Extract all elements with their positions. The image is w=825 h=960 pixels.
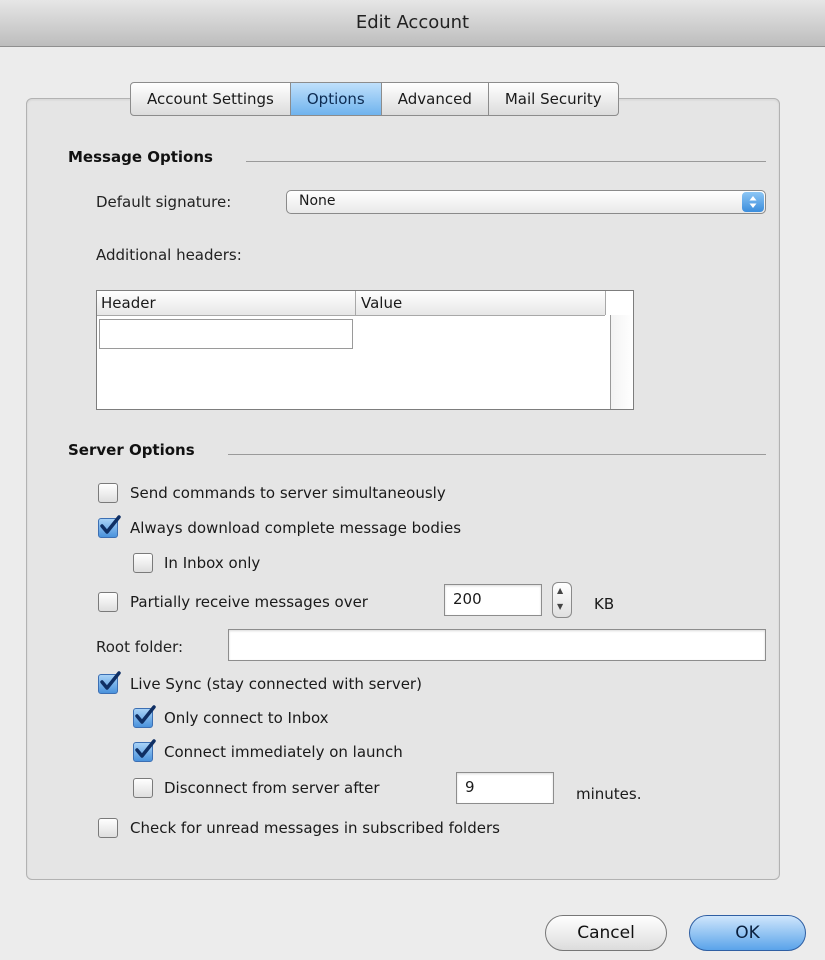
only-connect-inbox-label: Only connect to Inbox xyxy=(164,709,329,727)
tab-account-settings[interactable]: Account Settings xyxy=(131,83,291,115)
always-download-checkbox[interactable] xyxy=(98,515,121,538)
partial-size-field[interactable]: 200 xyxy=(444,584,542,616)
partially-receive-checkbox[interactable] xyxy=(98,592,118,612)
window-title: Edit Account xyxy=(0,0,825,47)
stepper-down-icon[interactable]: ▼ xyxy=(557,602,563,611)
live-sync-label: Live Sync (stay connected with server) xyxy=(130,675,422,693)
root-folder-field[interactable] xyxy=(228,629,766,661)
inbox-only-checkbox[interactable] xyxy=(133,553,153,573)
table-scrollbar[interactable] xyxy=(610,315,633,409)
default-signature-value: None xyxy=(299,193,336,209)
additional-headers-label: Additional headers: xyxy=(96,246,242,264)
updown-arrows-icon xyxy=(742,192,764,212)
check-unread-label: Check for unread messages in subscribed … xyxy=(130,819,500,837)
disconnect-minutes-field[interactable]: 9 xyxy=(456,772,554,804)
checkmark-icon xyxy=(135,705,156,724)
column-divider xyxy=(605,291,606,315)
column-header-value[interactable]: Value xyxy=(361,294,402,312)
headers-table: Header Value xyxy=(96,290,634,410)
partial-size-stepper[interactable]: ▲ ▼ xyxy=(552,582,572,618)
disconnect-minutes-unit: minutes. xyxy=(576,785,642,803)
only-connect-inbox-checkbox[interactable] xyxy=(133,705,156,728)
column-divider xyxy=(355,291,356,315)
send-commands-checkbox[interactable] xyxy=(98,483,118,503)
section-divider xyxy=(228,454,766,455)
message-options-title: Message Options xyxy=(68,148,213,166)
partial-size-value: 200 xyxy=(453,590,482,608)
cancel-button[interactable]: Cancel xyxy=(545,915,667,951)
default-signature-label: Default signature: xyxy=(96,193,232,211)
root-folder-label: Root folder: xyxy=(96,638,184,656)
partially-receive-label: Partially receive messages over xyxy=(130,593,368,611)
connect-immediately-label: Connect immediately on launch xyxy=(164,743,403,761)
section-divider xyxy=(246,161,766,162)
connect-immediately-checkbox[interactable] xyxy=(133,739,156,762)
column-header-header[interactable]: Header xyxy=(101,294,156,312)
default-signature-select[interactable]: None xyxy=(286,190,766,214)
header-edit-field[interactable] xyxy=(99,319,353,349)
inbox-only-label: In Inbox only xyxy=(164,554,261,572)
ok-button[interactable]: OK xyxy=(689,915,806,951)
tab-bar: Account Settings Options Advanced Mail S… xyxy=(130,82,619,116)
checkmark-icon xyxy=(100,515,121,534)
live-sync-checkbox[interactable] xyxy=(98,671,121,694)
table-header: Header Value xyxy=(97,291,606,316)
always-download-label: Always download complete message bodies xyxy=(130,519,462,537)
disconnect-after-label: Disconnect from server after xyxy=(164,779,380,797)
partial-size-unit: KB xyxy=(594,595,615,613)
tab-mail-security[interactable]: Mail Security xyxy=(489,83,618,115)
checkmark-icon xyxy=(100,671,121,690)
send-commands-label: Send commands to server simultaneously xyxy=(130,484,446,502)
tab-options[interactable]: Options xyxy=(290,83,382,115)
disconnect-minutes-value: 9 xyxy=(465,778,475,796)
tab-advanced[interactable]: Advanced xyxy=(382,83,489,115)
stepper-up-icon[interactable]: ▲ xyxy=(557,586,563,595)
checkmark-icon xyxy=(135,739,156,758)
server-options-title: Server Options xyxy=(68,441,195,459)
check-unread-checkbox[interactable] xyxy=(98,818,118,838)
disconnect-after-checkbox[interactable] xyxy=(133,778,153,798)
